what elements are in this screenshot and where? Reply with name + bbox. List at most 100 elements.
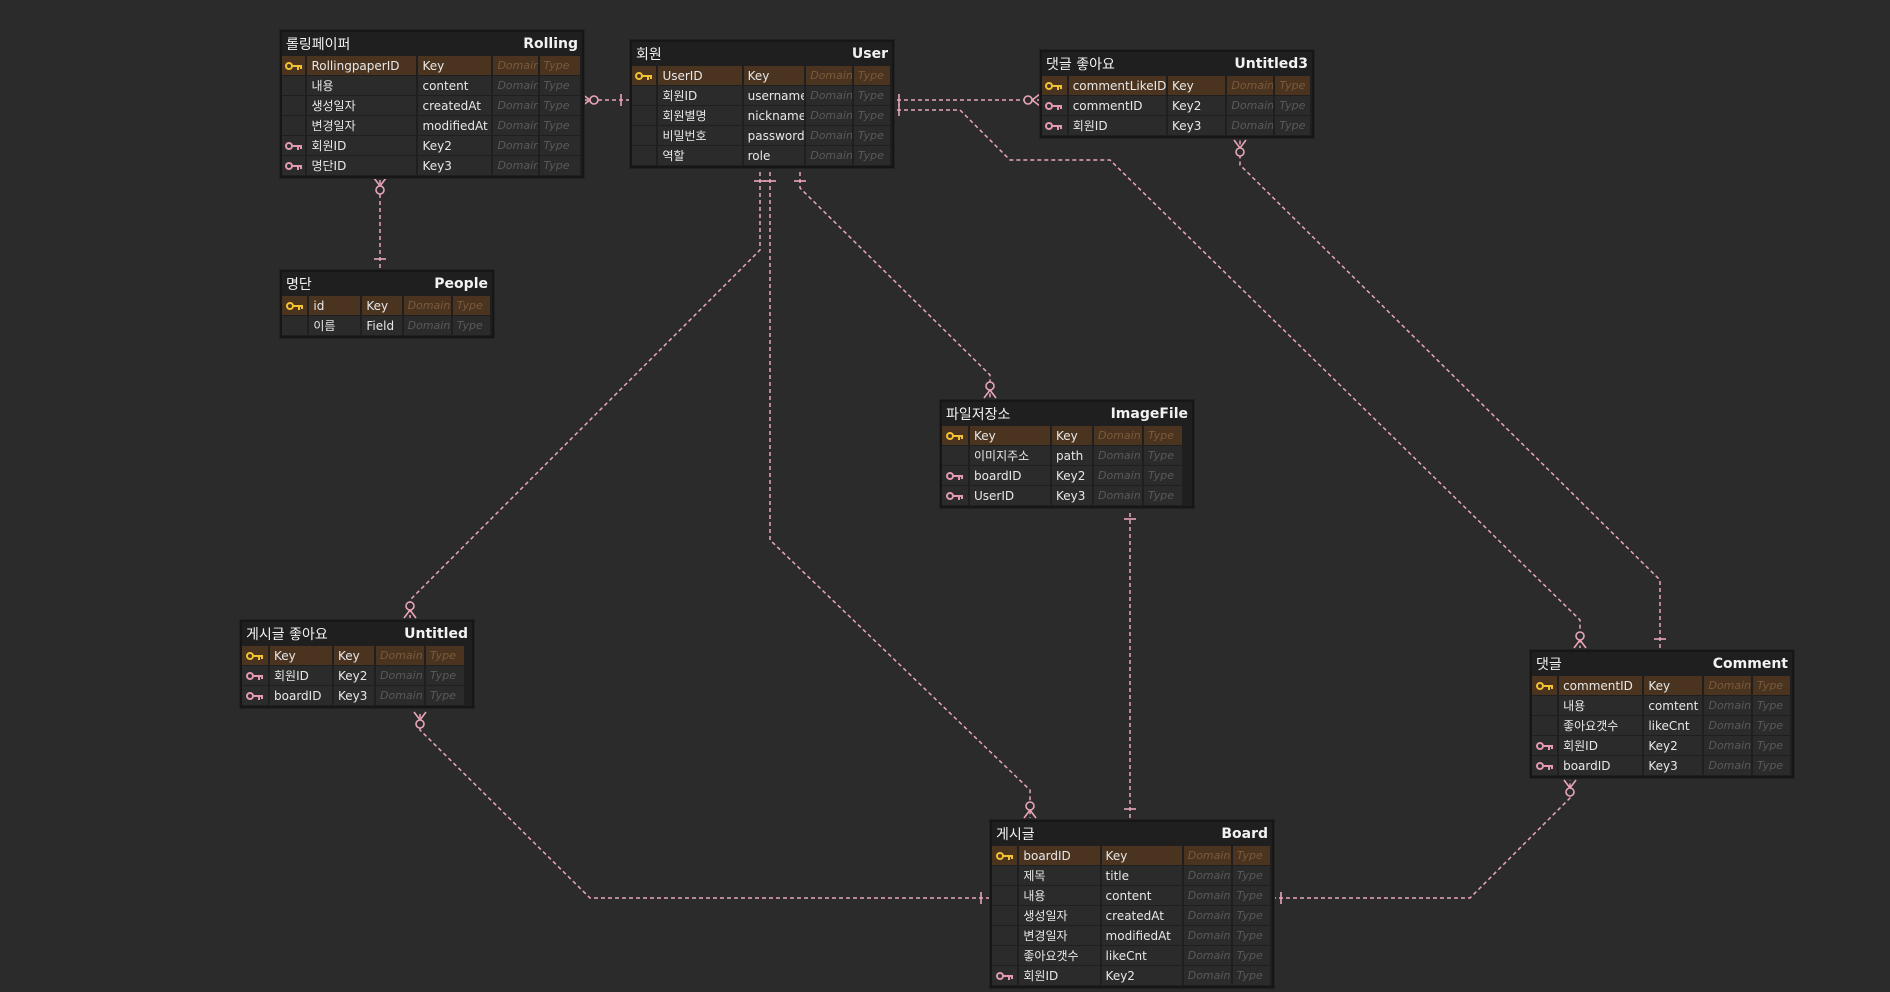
relationship-line[interactable] xyxy=(890,109,1581,648)
column-row[interactable]: Key Key Domain Type xyxy=(942,426,1192,445)
column-type: Type xyxy=(539,96,580,115)
column-icon-cell xyxy=(1532,696,1558,715)
column-row[interactable]: id Key Domain Type xyxy=(282,296,492,315)
entity-header[interactable]: 파일저장소 ImageFile xyxy=(942,402,1192,426)
entity-untitled3[interactable]: 댓글 좋아요 Untitled3 commentLikeID Key Domain Typ… xyxy=(1040,50,1314,138)
entity-logical-name: 댓글 xyxy=(1536,657,1562,673)
column-row[interactable]: 비밀번호 password Domain Type xyxy=(632,126,892,145)
column-row[interactable]: boardID Key2 Domain Type xyxy=(942,466,1192,485)
column-domain: Domain xyxy=(1183,846,1231,865)
column-logical-name: 명단ID xyxy=(307,156,417,175)
column-row[interactable]: 이미지주소 path Domain Type xyxy=(942,446,1192,465)
column-row[interactable]: 좋아요갯수 likeCnt Domain Type xyxy=(1532,716,1792,735)
column-icon-cell xyxy=(992,866,1018,885)
column-row[interactable]: RollingpaperID Key Domain Type xyxy=(282,56,582,75)
foreign-key-icon xyxy=(282,136,306,155)
entity-logical-name: 파일저장소 xyxy=(946,407,1011,423)
entity-header[interactable]: 롤링페이퍼 Rolling xyxy=(282,32,582,56)
column-row[interactable]: 내용 content Domain Type xyxy=(992,886,1272,905)
column-physical-name: Key2 xyxy=(1644,736,1703,755)
column-icon-cell xyxy=(942,446,968,465)
entity-header[interactable]: 명단 People xyxy=(282,272,492,296)
entity-board[interactable]: 게시글 Board boardID Key Domain Type 제목 title Domai… xyxy=(990,820,1274,988)
entity-comment[interactable]: 댓글 Comment commentID Key Domain Type 내용 comtent… xyxy=(1530,650,1794,778)
column-type: Type xyxy=(1275,76,1310,95)
column-row[interactable]: boardID Key3 Domain Type xyxy=(242,686,472,705)
relationship-line[interactable] xyxy=(409,172,761,618)
column-row[interactable]: UserID Key3 Domain Type xyxy=(942,486,1192,505)
column-type: Type xyxy=(853,106,891,125)
column-row[interactable]: 변경일자 modifiedAt Domain Type xyxy=(992,926,1272,945)
column-logical-name: 회원ID xyxy=(658,86,742,105)
column-logical-name: 변경일자 xyxy=(1019,926,1100,945)
column-row[interactable]: 이름 Field Domain Type xyxy=(282,316,492,335)
column-logical-name: 회원ID xyxy=(270,666,332,685)
column-type: Type xyxy=(1144,426,1182,445)
column-row[interactable]: 역할 role Domain Type xyxy=(632,146,892,165)
entity-people[interactable]: 명단 People id Key Domain Type 이름 Field Domain Type xyxy=(280,270,494,338)
column-type: Type xyxy=(539,136,580,155)
column-domain: Domain xyxy=(1227,96,1274,115)
entity-untitled[interactable]: 게시글 좋아요 Untitled Key Key Domain Type 회원ID Key2 D… xyxy=(240,620,474,708)
column-row[interactable]: commentLikeID Key Domain Type xyxy=(1042,76,1312,95)
column-icon-cell xyxy=(1532,716,1558,735)
column-logical-name: 회원ID xyxy=(1559,736,1643,755)
column-row[interactable]: 회원ID Key3 Domain Type xyxy=(1042,116,1312,135)
column-logical-name: 변경일자 xyxy=(307,116,417,135)
entity-header[interactable]: 댓글 좋아요 Untitled3 xyxy=(1042,52,1312,76)
entity-logical-name: 게시글 xyxy=(996,827,1035,843)
entity-header[interactable]: 회원 User xyxy=(632,42,892,66)
column-physical-name: Key xyxy=(418,56,492,75)
column-row[interactable]: Key Key Domain Type xyxy=(242,646,472,665)
column-type: Type xyxy=(853,66,891,85)
column-icon-cell xyxy=(282,96,306,115)
column-physical-name: Key xyxy=(334,646,374,665)
column-type: Type xyxy=(539,156,580,175)
entity-header[interactable]: 게시글 Board xyxy=(992,822,1272,846)
column-row[interactable]: 회원ID Key2 Domain Type xyxy=(242,666,472,685)
column-row[interactable]: 회원별명 nickname Domain Type xyxy=(632,106,892,125)
column-row[interactable]: commentID Key2 Domain Type xyxy=(1042,96,1312,115)
column-row[interactable]: 변경일자 modifiedAt Domain Type xyxy=(282,116,582,135)
column-physical-name: likeCnt xyxy=(1101,946,1182,965)
column-row[interactable]: 제목 title Domain Type xyxy=(992,866,1272,885)
relationship-line[interactable] xyxy=(799,172,991,398)
entity-user[interactable]: 회원 User UserID Key Domain Type 회원ID username Dom… xyxy=(630,40,894,168)
entity-rolling[interactable]: 롤링페이퍼 Rolling RollingpaperID Key Domain Type 내… xyxy=(280,30,584,178)
column-row[interactable]: 생성일자 createdAt Domain Type xyxy=(992,906,1272,925)
column-row[interactable]: 회원ID username Domain Type xyxy=(632,86,892,105)
entity-header[interactable]: 게시글 좋아요 Untitled xyxy=(242,622,472,646)
column-type: Type xyxy=(452,316,490,335)
entity-imagefile[interactable]: 파일저장소 ImageFile Key Key Domain Type 이미지주소 path D… xyxy=(940,400,1194,508)
relationship-line[interactable] xyxy=(419,712,990,899)
column-icon-cell xyxy=(632,86,657,105)
column-row[interactable]: 내용 comtent Domain Type xyxy=(1532,696,1792,715)
column-row[interactable]: boardID Key3 Domain Type xyxy=(1532,756,1792,775)
column-physical-name: Key xyxy=(362,296,402,315)
column-domain: Domain xyxy=(1094,426,1142,445)
column-row[interactable]: 생성일자 createdAt Domain Type xyxy=(282,96,582,115)
column-type: Type xyxy=(1232,926,1271,945)
column-row[interactable]: 회원ID Key2 Domain Type xyxy=(1532,736,1792,755)
column-logical-name: 이미지주소 xyxy=(970,446,1050,465)
primary-key-icon xyxy=(282,296,308,315)
column-row[interactable]: UserID Key Domain Type xyxy=(632,66,892,85)
column-row[interactable]: 회원ID Key2 Domain Type xyxy=(992,966,1272,985)
column-logical-name: 회원ID xyxy=(307,136,417,155)
column-logical-name: id xyxy=(309,296,361,315)
relationship-line[interactable] xyxy=(1239,140,1661,648)
foreign-key-icon xyxy=(1532,736,1558,755)
column-logical-name: RollingpaperID xyxy=(307,56,417,75)
column-physical-name: Key2 xyxy=(1168,96,1226,115)
entity-header[interactable]: 댓글 Comment xyxy=(1532,652,1792,676)
column-type: Type xyxy=(1144,486,1182,505)
column-row[interactable]: 회원ID Key2 Domain Type xyxy=(282,136,582,155)
column-row[interactable]: 좋아요갯수 likeCnt Domain Type xyxy=(992,946,1272,965)
column-row[interactable]: boardID Key Domain Type xyxy=(992,846,1272,865)
column-row[interactable]: 내용 content Domain Type xyxy=(282,76,582,95)
column-logical-name: 생성일자 xyxy=(1019,906,1100,925)
column-type: Type xyxy=(1275,96,1310,115)
relationship-line[interactable] xyxy=(1272,780,1571,899)
column-row[interactable]: 명단ID Key3 Domain Type xyxy=(282,156,582,175)
column-row[interactable]: commentID Key Domain Type xyxy=(1532,676,1792,695)
